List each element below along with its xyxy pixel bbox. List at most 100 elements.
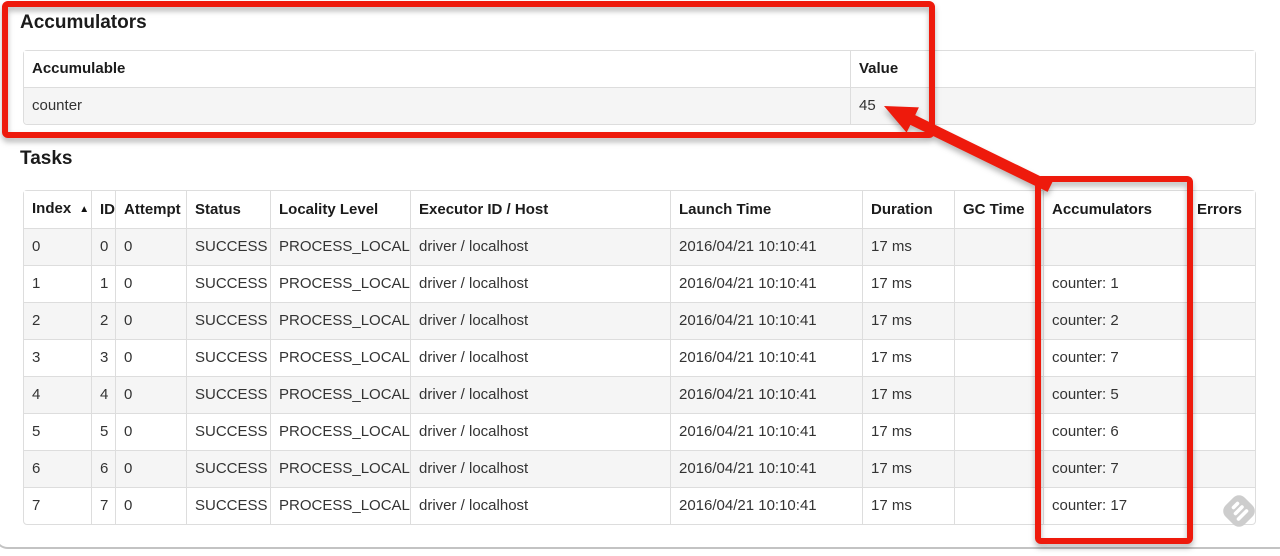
cell-executor-id-host: driver / localhost	[410, 450, 670, 487]
cell-accumulators: counter: 7	[1043, 450, 1188, 487]
task-row: 6 6 0 SUCCESS PROCESS_LOCAL driver / localhos…	[24, 450, 1255, 487]
cell-errors	[1188, 339, 1255, 376]
cell-accumulators: counter: 5	[1043, 376, 1188, 413]
cell-id: 5	[91, 413, 115, 450]
cell-status: SUCCESS	[186, 376, 270, 413]
cell-id: 6	[91, 450, 115, 487]
cell-attempt: 0	[115, 413, 186, 450]
column-header-accumulators[interactable]: Accumulators	[1043, 191, 1188, 228]
cell-gc-time	[954, 302, 1043, 339]
task-row: 2 2 0 SUCCESS PROCESS_LOCAL driver / localhos…	[24, 302, 1255, 339]
cell-index: 0	[24, 228, 91, 265]
cell-index: 7	[24, 487, 91, 524]
cell-id: 3	[91, 339, 115, 376]
cell-gc-time	[954, 450, 1043, 487]
column-header-errors[interactable]: Errors	[1188, 191, 1255, 228]
cell-launch-time: 2016/04/21 10:10:41	[670, 228, 862, 265]
cell-duration: 17 ms	[862, 450, 954, 487]
cell-accumulators: counter: 1	[1043, 265, 1188, 302]
accumulators-table: Accumulable Value counter 45	[23, 50, 1256, 125]
accumulable-row: counter 45	[24, 87, 1255, 124]
cell-locality-level: PROCESS_LOCAL	[270, 487, 410, 524]
cell-index: 5	[24, 413, 91, 450]
column-header-index[interactable]: Index ▲	[24, 191, 91, 228]
cell-gc-time	[954, 376, 1043, 413]
column-header-executor-id-host[interactable]: Executor ID / Host	[410, 191, 670, 228]
accumulators-section-heading: Accumulators	[20, 12, 147, 33]
cell-accumulators	[1043, 228, 1188, 265]
cell-duration: 17 ms	[862, 339, 954, 376]
cell-gc-time	[954, 413, 1043, 450]
cell-executor-id-host: driver / localhost	[410, 376, 670, 413]
cell-attempt: 0	[115, 487, 186, 524]
cell-status: SUCCESS	[186, 487, 270, 524]
column-header-locality-level[interactable]: Locality Level	[270, 191, 410, 228]
cell-errors	[1188, 450, 1255, 487]
column-header-gc-time[interactable]: GC Time	[954, 191, 1043, 228]
column-header-id[interactable]: ID	[91, 191, 115, 228]
accumulators-header-row: Accumulable Value	[24, 51, 1255, 87]
cell-gc-time	[954, 265, 1043, 302]
cell-accumulators: counter: 2	[1043, 302, 1188, 339]
cell-id: 7	[91, 487, 115, 524]
cell-duration: 17 ms	[862, 376, 954, 413]
cell-status: SUCCESS	[186, 339, 270, 376]
column-header-value[interactable]: Value	[850, 51, 1255, 87]
cell-id: 0	[91, 228, 115, 265]
cell-accumulable: counter	[24, 87, 850, 124]
cell-gc-time	[954, 487, 1043, 524]
cell-duration: 17 ms	[862, 487, 954, 524]
cell-id: 2	[91, 302, 115, 339]
column-header-attempt[interactable]: Attempt	[115, 191, 186, 228]
cell-locality-level: PROCESS_LOCAL	[270, 302, 410, 339]
task-row: 1 1 0 SUCCESS PROCESS_LOCAL driver / localhos…	[24, 265, 1255, 302]
tasks-header-row: Index ▲ ID Attempt Status Locality Level Execu…	[24, 191, 1255, 228]
cell-status: SUCCESS	[186, 228, 270, 265]
column-header-launch-time[interactable]: Launch Time	[670, 191, 862, 228]
cell-id: 1	[91, 265, 115, 302]
cell-executor-id-host: driver / localhost	[410, 487, 670, 524]
column-header-duration[interactable]: Duration	[862, 191, 954, 228]
cell-value: 45	[850, 87, 1255, 124]
cell-executor-id-host: driver / localhost	[410, 413, 670, 450]
cell-executor-id-host: driver / localhost	[410, 302, 670, 339]
cell-attempt: 0	[115, 265, 186, 302]
cell-accumulators: counter: 17	[1043, 487, 1188, 524]
cell-executor-id-host: driver / localhost	[410, 339, 670, 376]
cell-duration: 17 ms	[862, 302, 954, 339]
cell-locality-level: PROCESS_LOCAL	[270, 376, 410, 413]
cell-executor-id-host: driver / localhost	[410, 265, 670, 302]
task-row: 3 3 0 SUCCESS PROCESS_LOCAL driver / localhos…	[24, 339, 1255, 376]
tasks-section-heading: Tasks	[20, 148, 73, 169]
cell-errors	[1188, 228, 1255, 265]
column-header-status[interactable]: Status	[186, 191, 270, 228]
cell-locality-level: PROCESS_LOCAL	[270, 228, 410, 265]
cell-launch-time: 2016/04/21 10:10:41	[670, 450, 862, 487]
cell-attempt: 0	[115, 228, 186, 265]
cell-locality-level: PROCESS_LOCAL	[270, 265, 410, 302]
cell-errors	[1188, 413, 1255, 450]
task-row: 5 5 0 SUCCESS PROCESS_LOCAL driver / localhos…	[24, 413, 1255, 450]
cell-index: 1	[24, 265, 91, 302]
cell-duration: 17 ms	[862, 265, 954, 302]
cell-launch-time: 2016/04/21 10:10:41	[670, 376, 862, 413]
spark-ui-stage-page: Accumulators Accumulable Value counter 45 …	[0, 0, 1280, 556]
cell-duration: 17 ms	[862, 413, 954, 450]
cell-launch-time: 2016/04/21 10:10:41	[670, 265, 862, 302]
task-row: 7 7 0 SUCCESS PROCESS_LOCAL driver / localhos…	[24, 487, 1255, 524]
cell-errors	[1188, 487, 1255, 524]
tasks-table: Index ▲ ID Attempt Status Locality Level Execu…	[23, 190, 1256, 525]
cell-accumulators: counter: 6	[1043, 413, 1188, 450]
cell-errors	[1188, 302, 1255, 339]
cell-index: 3	[24, 339, 91, 376]
cell-accumulators: counter: 7	[1043, 339, 1188, 376]
cell-index: 2	[24, 302, 91, 339]
cell-status: SUCCESS	[186, 450, 270, 487]
cell-attempt: 0	[115, 339, 186, 376]
cell-gc-time	[954, 339, 1043, 376]
cell-launch-time: 2016/04/21 10:10:41	[670, 339, 862, 376]
cell-launch-time: 2016/04/21 10:10:41	[670, 413, 862, 450]
cell-attempt: 0	[115, 450, 186, 487]
cell-launch-time: 2016/04/21 10:10:41	[670, 487, 862, 524]
column-header-accumulable[interactable]: Accumulable	[24, 51, 850, 87]
